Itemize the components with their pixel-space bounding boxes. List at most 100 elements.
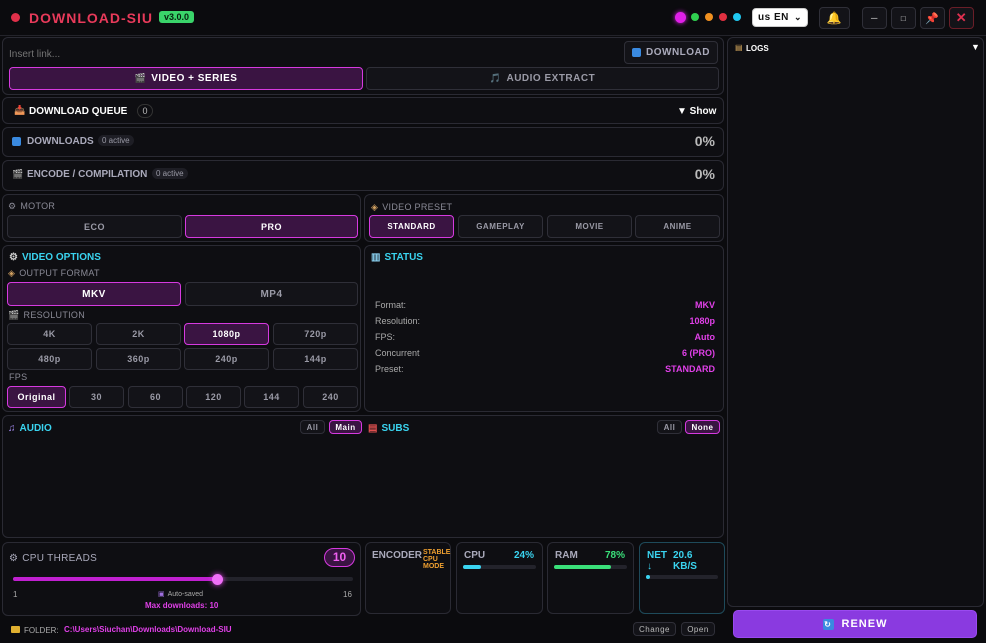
theme-dot-red[interactable] — [719, 13, 727, 21]
format-mkv-label: MKV — [82, 288, 106, 300]
resolution-2k-label: 2K — [132, 329, 145, 339]
net-usage-bar-fill — [646, 575, 650, 579]
renew-button[interactable]: ↻ RENEW — [733, 610, 977, 638]
subs-title: ▤ SUBS — [368, 423, 409, 434]
app-window: DOWNLOAD-SIU v3.0.0 us EN ⌄ 🔔 ─ □ 📌 ✕ DO… — [0, 0, 986, 643]
gear-icon: ⚙ — [9, 252, 18, 263]
motor-pro-button[interactable]: PRO — [185, 215, 358, 238]
format-mp4-button[interactable]: MP4 — [185, 282, 358, 306]
fps-60-button[interactable]: 60 — [128, 386, 183, 408]
link-input[interactable] — [9, 44, 619, 64]
output-format-label: ◈ OUTPUT FORMAT — [8, 268, 100, 279]
encoder-mode-line3: MODE — [423, 563, 444, 570]
minimize-button[interactable]: ─ — [862, 7, 887, 29]
theme-dot-cyan[interactable] — [733, 13, 741, 21]
video-options-title-text: VIDEO OPTIONS — [21, 252, 101, 263]
download-button[interactable]: DOWNLOAD — [624, 41, 718, 64]
resolution-360p-button[interactable]: 360p — [96, 348, 181, 370]
cpu-threads-slider[interactable] — [13, 577, 353, 581]
download-queue-panel[interactable]: 📥 DOWNLOAD QUEUE 0 ▼ Show — [2, 97, 724, 124]
fps-30-button[interactable]: 30 — [69, 386, 124, 408]
ram-usage-panel: RAM 78% — [547, 542, 634, 614]
cpu-threads-title: ⚙ CPU THREADS — [9, 553, 97, 564]
notifications-button[interactable]: 🔔 — [819, 7, 850, 29]
preset-gameplay-button[interactable]: GAMEPLAY — [458, 215, 543, 238]
audio-main-button[interactable]: Main — [329, 420, 362, 434]
network-panel: NET ↓ 20.6 KB/S — [639, 542, 725, 614]
subs-all-button[interactable]: All — [657, 420, 682, 434]
resolution-240p-label: 240p — [215, 354, 238, 364]
preset-standard-button[interactable]: STANDARD — [369, 215, 454, 238]
refresh-icon: ↻ — [822, 618, 834, 630]
status-row: Format: MKV — [375, 300, 715, 310]
resolution-720p-button[interactable]: 720p — [273, 323, 358, 345]
fps-original-button[interactable]: Original — [7, 386, 66, 408]
status-value: STANDARD — [665, 364, 715, 374]
preset-anime-label: ANIME — [663, 222, 692, 231]
tab-audio-label: AUDIO EXTRACT — [506, 73, 596, 84]
pin-button[interactable]: 📌 — [920, 7, 945, 29]
folder-icon — [11, 626, 20, 633]
fps-120-button[interactable]: 120 — [186, 386, 241, 408]
queue-show-toggle[interactable]: ▼ Show — [677, 106, 716, 117]
status-label: Preset: — [375, 364, 404, 374]
open-folder-button[interactable]: Open — [681, 622, 715, 636]
encode-percent: 0% — [694, 166, 715, 182]
tab-audio-extract[interactable]: 🎵 AUDIO EXTRACT — [366, 67, 719, 90]
resolution-2k-button[interactable]: 2K — [96, 323, 181, 345]
cpu-percent: 24% — [513, 550, 534, 561]
bar-chart-icon: ▥ — [371, 252, 381, 263]
fps-240-button[interactable]: 240 — [303, 386, 358, 408]
format-mkv-button[interactable]: MKV — [7, 282, 181, 306]
ram-usage-bar-fill — [554, 565, 611, 569]
status-title-text: STATUS — [384, 252, 423, 263]
preset-gameplay-label: GAMEPLAY — [476, 222, 525, 231]
language-select[interactable]: us EN ⌄ — [752, 8, 808, 27]
folder-path: C:\Users\Siuchan\Downloads\Download-SIU — [64, 625, 232, 634]
download-label: DOWNLOAD — [646, 47, 710, 58]
encoder-panel: ENCODER STABLE CPU MODE — [365, 542, 451, 614]
app-title: DOWNLOAD-SIU — [29, 10, 153, 26]
video-options-title: ⚙ VIDEO OPTIONS — [9, 252, 101, 263]
audio-all-label: All — [306, 422, 319, 432]
language-value: us EN — [758, 12, 789, 23]
cpu-threads-slider-handle[interactable] — [212, 574, 223, 585]
change-folder-button[interactable]: Change — [633, 622, 676, 636]
resolution-4k-button[interactable]: 4K — [7, 323, 92, 345]
ram-title: RAM — [555, 550, 578, 561]
close-button[interactable]: ✕ — [949, 7, 974, 29]
fps-120-label: 120 — [205, 392, 222, 402]
version-badge: v3.0.0 — [159, 11, 195, 23]
play-icon — [632, 48, 641, 57]
resolution-label: 🎬 RESOLUTION — [8, 310, 85, 321]
status-label: FPS: — [375, 332, 396, 342]
change-folder-label: Change — [638, 624, 671, 634]
resolution-144p-button[interactable]: 144p — [273, 348, 358, 370]
status-row: Preset: STANDARD — [375, 364, 715, 374]
audio-all-button[interactable]: All — [300, 420, 325, 434]
subs-none-button[interactable]: None — [685, 420, 720, 434]
maximize-button[interactable]: □ — [891, 7, 916, 29]
fps-144-button[interactable]: 144 — [244, 386, 299, 408]
theme-dot-green[interactable] — [691, 13, 699, 21]
motor-panel: ⚙ MOTOR ECO PRO — [2, 194, 361, 242]
tab-video-series[interactable]: 🎬 VIDEO + SERIES — [9, 67, 363, 90]
logs-toggle[interactable]: ▼ — [971, 42, 980, 52]
resolution-480p-button[interactable]: 480p — [7, 348, 92, 370]
preset-anime-button[interactable]: ANIME — [635, 215, 720, 238]
subs-title-text: SUBS — [381, 423, 410, 434]
fps-60-label: 60 — [149, 392, 161, 402]
slider-min: 1 — [13, 590, 18, 599]
status-label: Concurrent — [375, 348, 420, 358]
theme-dot-orange[interactable] — [705, 13, 713, 21]
logs-panel: ▤ LOGS ▼ — [727, 37, 984, 607]
gear-icon: ⚙ — [8, 201, 17, 211]
resolution-1080p-button[interactable]: 1080p — [184, 323, 269, 345]
preset-movie-button[interactable]: MOVIE — [547, 215, 632, 238]
fps-240-label: 240 — [322, 392, 339, 402]
theme-dot-magenta[interactable] — [675, 12, 686, 23]
audio-subs-panel: ♫ AUDIO All Main ▤ SUBS All None — [2, 415, 724, 538]
resolution-240p-button[interactable]: 240p — [184, 348, 269, 370]
motor-eco-button[interactable]: ECO — [7, 215, 182, 238]
preset-movie-label: MOVIE — [575, 222, 604, 231]
